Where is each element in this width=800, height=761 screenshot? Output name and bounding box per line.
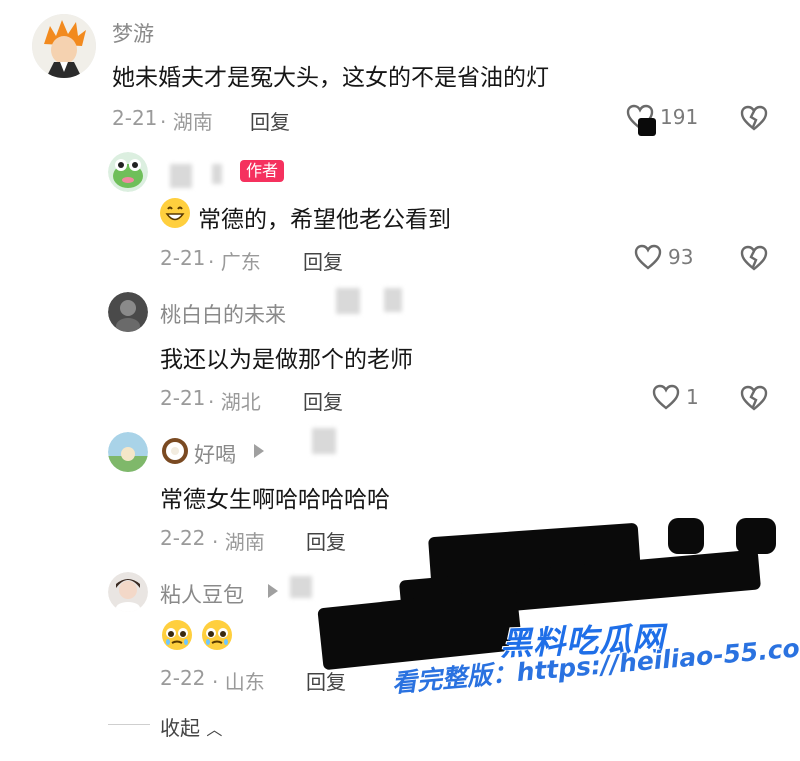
location-label: 湖南 — [172, 110, 213, 134]
location-label: 山东 — [224, 670, 265, 694]
avatar[interactable] — [108, 292, 148, 332]
collapse-button[interactable]: 收起 ︿ — [160, 712, 222, 741]
username[interactable]: 好喝 — [194, 439, 236, 469]
blurred-username — [290, 576, 312, 598]
like-count: 191 — [660, 105, 699, 129]
avatar[interactable] — [108, 152, 148, 192]
divider-line — [108, 724, 150, 725]
comment-date: 2-21 — [160, 246, 206, 270]
redaction-mark — [638, 118, 656, 136]
comment-location: · 湖南 — [160, 110, 213, 134]
username[interactable]: 梦游 — [112, 18, 154, 48]
dislike-button[interactable] — [740, 105, 768, 135]
reply-button[interactable]: 回复 — [250, 106, 290, 135]
comment-text: 常德的，希望他老公看到 — [198, 207, 451, 233]
grinning-face-emoji — [160, 198, 190, 228]
like-button[interactable]: 93 — [634, 244, 693, 270]
blurred-username — [384, 288, 402, 312]
collapse-label: 收起 — [160, 716, 200, 740]
username[interactable]: 粘人豆包 — [160, 579, 244, 609]
author-badge: 作者 — [240, 160, 285, 182]
play-arrow-icon — [254, 444, 264, 458]
comment-date: 2-21 — [112, 106, 158, 130]
blurred-username — [336, 288, 360, 314]
pleading-face-emoji — [200, 618, 232, 650]
broken-heart-icon — [740, 385, 768, 411]
broken-heart-icon — [740, 105, 768, 131]
like-count: 1 — [686, 385, 699, 409]
heart-icon — [652, 384, 680, 410]
blurred-username — [212, 164, 222, 184]
comment-text: 我还以为是做那个的老师 — [160, 347, 413, 373]
username[interactable]: 桃白白的未来 — [160, 299, 286, 329]
pleading-face-emoji — [160, 618, 192, 650]
dislike-button[interactable] — [740, 385, 768, 415]
comment-text: 她未婚夫才是冤大头，这女的不是省油的灯 — [112, 65, 549, 91]
like-button[interactable]: 1 — [652, 384, 699, 410]
broken-heart-icon — [740, 245, 768, 271]
redaction-mark — [736, 518, 776, 554]
dislike-button[interactable] — [740, 245, 768, 275]
comment-date: 2-22 — [160, 666, 206, 690]
like-count: 93 — [668, 245, 694, 269]
reply-button[interactable]: 回复 — [306, 526, 346, 555]
avatar[interactable] — [32, 14, 96, 78]
coconut-emoji — [160, 436, 190, 466]
location-label: 湖南 — [224, 530, 265, 554]
chevron-up-icon: ︿ — [206, 720, 223, 739]
avatar[interactable] — [108, 572, 148, 612]
comment-location: · 湖南 — [212, 530, 265, 554]
comment-date: 2-22 — [160, 526, 206, 550]
heart-icon — [634, 244, 662, 270]
comment-location: · 山东 — [212, 670, 265, 694]
reply-button[interactable]: 回复 — [303, 386, 343, 415]
comment-location: · 广东 — [208, 250, 261, 274]
reply-button[interactable]: 回复 — [306, 666, 346, 695]
location-label: 湖北 — [220, 390, 261, 414]
blurred-username — [312, 428, 336, 454]
avatar[interactable] — [108, 432, 148, 472]
like-button[interactable]: 191 — [626, 104, 698, 130]
play-arrow-icon — [268, 584, 278, 598]
comment-location: · 湖北 — [208, 390, 261, 414]
reply-button[interactable]: 回复 — [303, 246, 343, 275]
comment-text: 常德女生啊哈哈哈哈哈 — [160, 487, 390, 513]
location-label: 广东 — [220, 250, 261, 274]
redaction-mark — [668, 518, 704, 554]
blurred-username — [170, 164, 192, 188]
comment-date: 2-21 — [160, 386, 206, 410]
